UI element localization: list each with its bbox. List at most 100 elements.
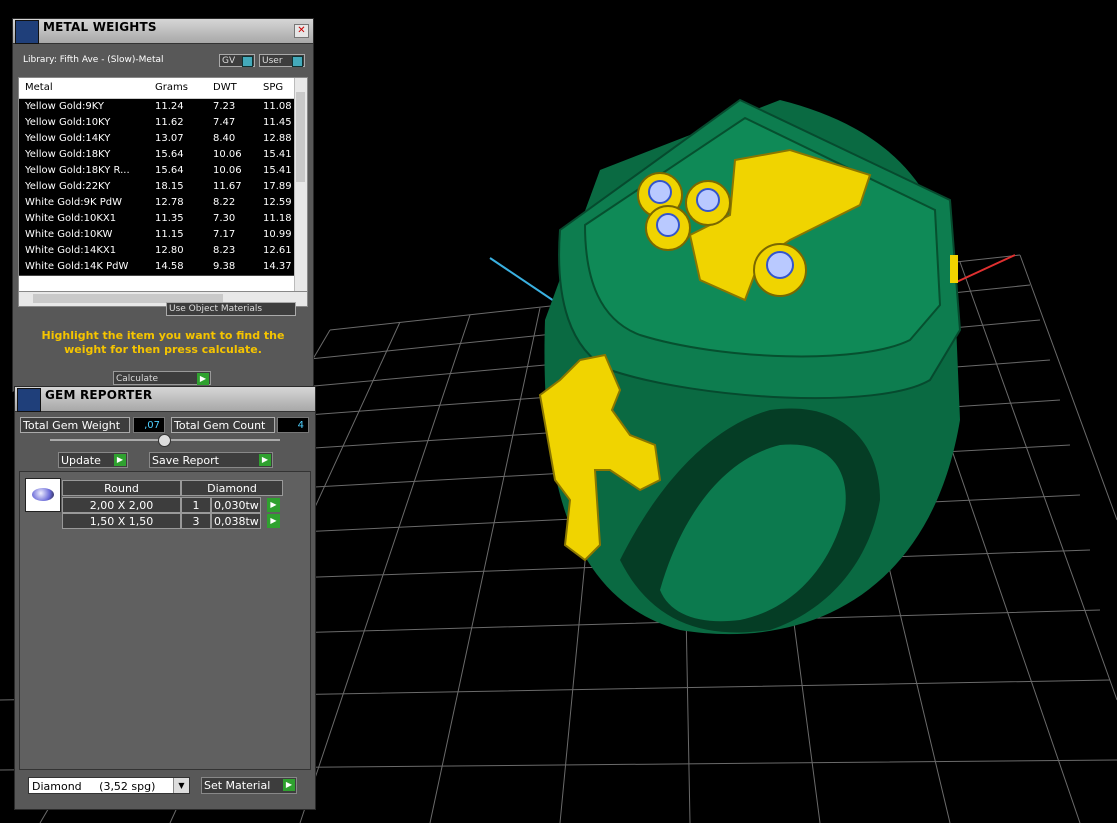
gv-label: GV	[222, 56, 236, 66]
table-cell: 15.41	[263, 165, 292, 176]
table-row[interactable]: Yellow Gold:22KY 18.15 11.67 17.89	[19, 179, 295, 196]
play-icon: ▶	[197, 373, 209, 385]
use-object-materials-toggle[interactable]: Use Object Materials	[166, 302, 296, 316]
table-cell: 11.18	[263, 213, 292, 224]
metal-weights-titlebar[interactable]: METAL WEIGHTS ✕	[13, 19, 313, 44]
table-cell: 18.15	[155, 181, 184, 192]
table-cell: 14.37	[263, 261, 292, 272]
table-cell: Yellow Gold:14KY	[25, 133, 111, 144]
collapse-knob[interactable]	[158, 434, 171, 447]
gem-weight-cell: 0,038tw	[211, 513, 261, 529]
table-row[interactable]: White Gold:14K PdW 14.58 9.38 14.37	[19, 259, 295, 276]
play-icon: ▶	[259, 454, 271, 466]
table-cell: 11.67	[213, 181, 242, 192]
table-cell: 7.47	[213, 117, 236, 128]
select-gem-button[interactable]: ▶	[267, 498, 280, 512]
scale-icon	[15, 20, 39, 44]
table-cell: 12.61	[263, 245, 292, 256]
use-object-materials-label: Use Object Materials	[169, 304, 263, 314]
scroll-thumb[interactable]	[296, 92, 305, 182]
ring-model[interactable]	[538, 98, 962, 635]
gv-toggle[interactable]: GV	[219, 54, 255, 67]
total-gem-count-label: Total Gem Count	[171, 417, 275, 433]
table-row[interactable]: White Gold:14KX1 12.80 8.23 12.61	[19, 243, 295, 260]
table-cell: 12.78	[155, 197, 184, 208]
table-row[interactable]: White Gold:10KW 11.15 7.17 10.99	[19, 227, 295, 244]
update-button[interactable]: Update ▶	[58, 452, 128, 468]
user-toggle[interactable]: User	[259, 54, 305, 67]
table-cell: Yellow Gold:18KY R...	[25, 165, 130, 176]
table-cell: 10.99	[263, 229, 292, 240]
table-row[interactable]: Yellow Gold:18KY 15.64 10.06 15.41	[19, 147, 295, 164]
table-cell: White Gold:9K PdW	[25, 197, 122, 208]
table-row[interactable]: Yellow Gold:10KY 11.62 7.47 11.45	[19, 115, 295, 132]
table-cell: Yellow Gold:18KY	[25, 149, 111, 160]
table-cell: 11.35	[155, 213, 184, 224]
diamond-icon	[32, 488, 54, 501]
play-icon: ▶	[283, 779, 295, 791]
total-gem-weight-label: Total Gem Weight	[20, 417, 130, 433]
table-row[interactable]: Yellow Gold:18KY R... 15.64 10.06 15.41	[19, 163, 295, 180]
gem-count-cell: 3	[181, 513, 211, 529]
table-cell: 10.06	[213, 165, 242, 176]
table-cell: 8.23	[213, 245, 236, 256]
table-header: Metal Grams DWT SPG	[19, 78, 295, 99]
table-cell: White Gold:14K PdW	[25, 261, 129, 272]
gem-size-cell: 1,50 X 1,50	[62, 513, 181, 529]
table-row[interactable]: White Gold:9K PdW 12.78 8.22 12.59	[19, 195, 295, 212]
column-header[interactable]: Grams	[155, 82, 188, 93]
user-label: User	[262, 56, 283, 66]
calculate-hint: Highlight the item you want to find the …	[41, 329, 285, 356]
table-cell: 15.64	[155, 149, 184, 160]
table-cell: 13.07	[155, 133, 184, 144]
table-cell: 11.08	[263, 101, 292, 112]
set-material-button[interactable]: Set Material ▶	[201, 777, 297, 794]
table-cell: 15.64	[155, 165, 184, 176]
gem-count-cell: 1	[181, 497, 211, 513]
select-gem-button[interactable]: ▶	[267, 514, 280, 528]
column-header[interactable]: SPG	[263, 82, 283, 93]
table-row[interactable]: White Gold:10KX1 11.35 7.30 11.18	[19, 211, 295, 228]
table-cell: 17.89	[263, 181, 292, 192]
table-cell: 8.40	[213, 133, 236, 144]
round-diamond-thumbnail[interactable]	[25, 478, 61, 512]
gem-reporter-title: GEM REPORTER	[45, 388, 153, 402]
gem-reporter-titlebar[interactable]: GEM REPORTER	[15, 387, 315, 412]
column-header[interactable]: DWT	[213, 82, 237, 93]
save-report-label: Save Report	[152, 454, 219, 467]
vertical-scrollbar[interactable]	[294, 78, 307, 292]
table-cell: 11.62	[155, 117, 184, 128]
gem-reporter-panel: GEM REPORTER Total Gem Weight ,07 Total …	[14, 386, 316, 810]
table-cell: Yellow Gold:9KY	[25, 101, 104, 112]
table-row[interactable]: Yellow Gold:14KY 13.07 8.40 12.88	[19, 131, 295, 148]
calculate-button[interactable]: Calculate ▶	[113, 371, 211, 385]
gem-weight-cell: 0,030tw	[211, 497, 261, 513]
table-cell: 8.22	[213, 197, 236, 208]
gem-list[interactable]: Round Diamond 2,00 X 2,00 1 0,030tw ▶ 1,50 X…	[19, 471, 311, 770]
table-cell: 14.58	[155, 261, 184, 272]
table-cell: 15.41	[263, 149, 292, 160]
save-report-button[interactable]: Save Report ▶	[149, 452, 273, 468]
table-cell: 7.23	[213, 101, 236, 112]
table-cell: Yellow Gold:22KY	[25, 181, 111, 192]
table-cell: 9.38	[213, 261, 236, 272]
table-cell: White Gold:14KX1	[25, 245, 117, 256]
toggle-icon	[292, 56, 303, 67]
total-gem-count-value: 4	[277, 417, 309, 433]
table-row[interactable]: Yellow Gold:9KY 11.24 7.23 11.08	[19, 99, 295, 116]
library-label: Library: Fifth Ave - (Slow)-Metal	[23, 55, 164, 65]
table-cell: 10.06	[213, 149, 242, 160]
calculate-label: Calculate	[116, 374, 159, 384]
close-icon[interactable]: ✕	[294, 24, 309, 38]
metal-weights-title: METAL WEIGHTS	[43, 20, 157, 34]
play-icon: ▶	[114, 454, 126, 466]
column-header[interactable]: Metal	[25, 82, 53, 93]
table-cell: 12.59	[263, 197, 292, 208]
metal-table[interactable]: Metal Grams DWT SPG Yellow Gold:9KY 11.24…	[18, 77, 308, 293]
material-select-value: Diamond (3,52 spg)	[32, 780, 156, 793]
table-cell: 12.88	[263, 133, 292, 144]
table-cell: 11.45	[263, 117, 292, 128]
material-select[interactable]: Diamond (3,52 spg) ▼	[28, 777, 190, 794]
chevron-down-icon[interactable]: ▼	[173, 778, 189, 793]
shape-header: Round	[62, 480, 181, 496]
